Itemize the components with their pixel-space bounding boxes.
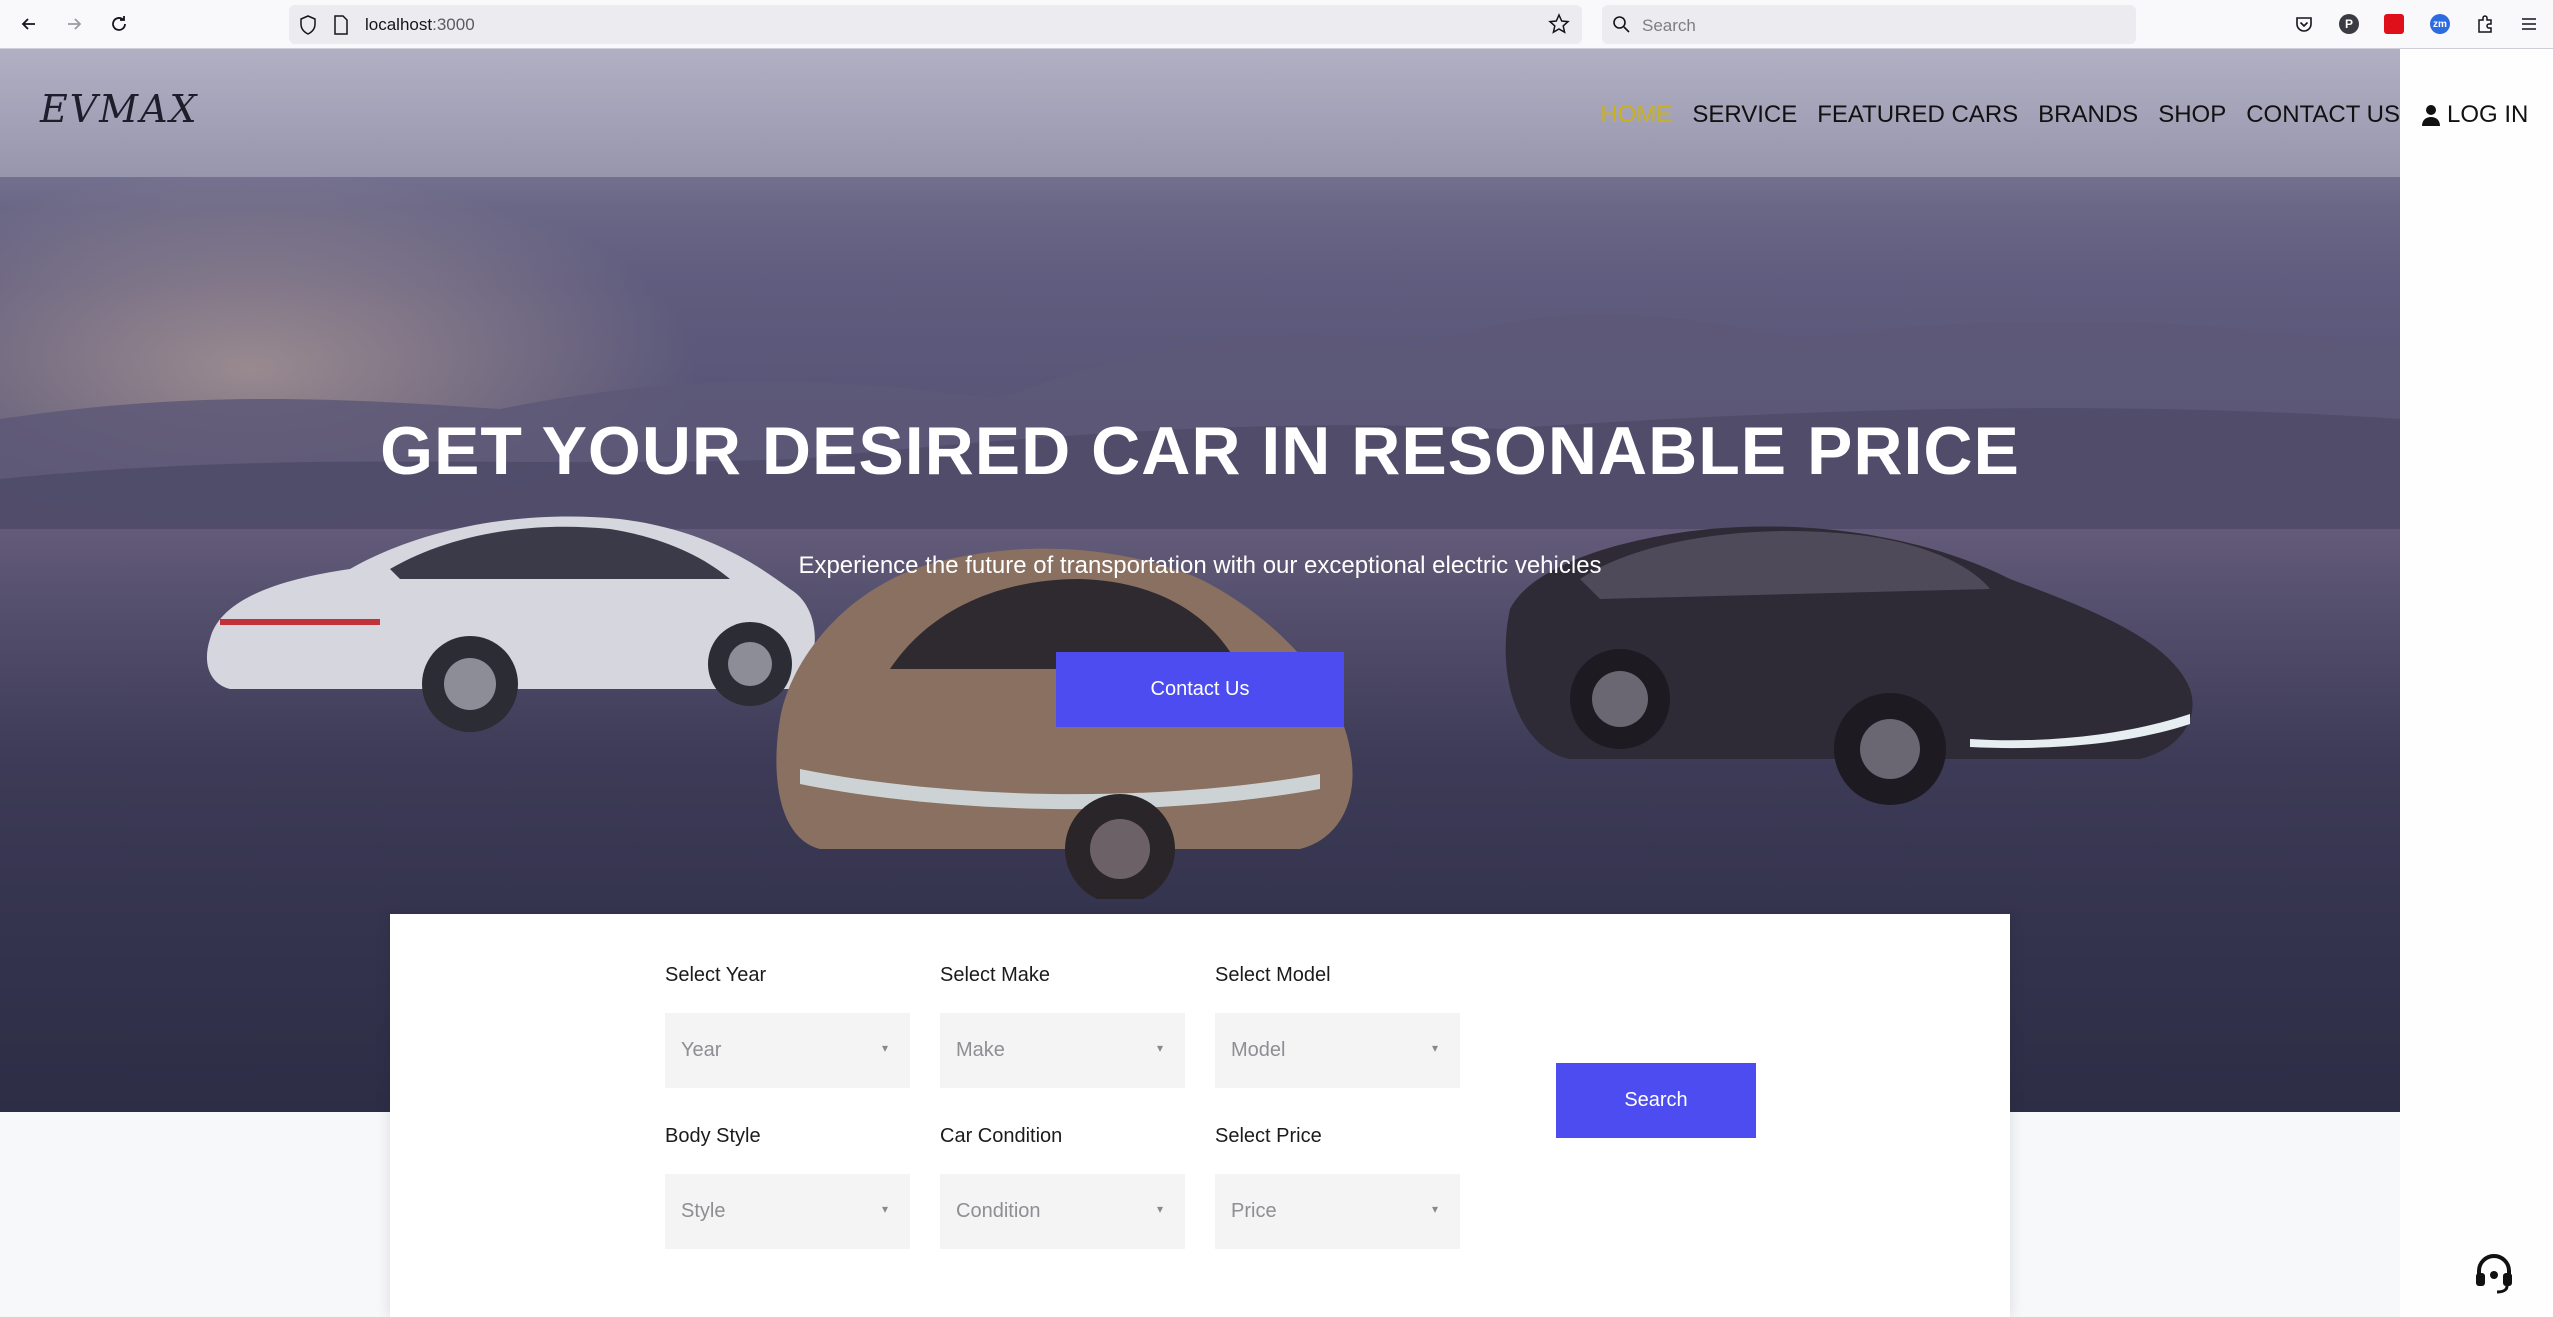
select-arrow-icon: ▾ [1156, 1202, 1163, 1216]
extension-zoom-icon[interactable]: zm [2427, 11, 2453, 37]
hero-title: GET YOUR DESIRED CAR IN RESONABLE PRICE [380, 413, 2020, 489]
select-arrow-icon: ▾ [881, 1041, 888, 1055]
hero-subtitle: Experience the future of transportation … [798, 552, 1602, 579]
site-header: EVMAX HOME SERVICE FEATURED CARS BRANDS … [0, 49, 2400, 177]
model-placeholder: Model [1231, 1039, 1286, 1061]
condition-select[interactable]: Condition ▾ [940, 1174, 1185, 1249]
select-arrow-icon: ▾ [881, 1202, 888, 1216]
page-right-strip [2400, 49, 2553, 1317]
model-select[interactable]: Model ▾ [1215, 1013, 1460, 1088]
search-icon [1612, 15, 1630, 38]
extensions-icon[interactable] [2472, 11, 2498, 37]
select-arrow-icon: ▾ [1156, 1041, 1163, 1055]
page-viewport: EVMAX HOME SERVICE FEATURED CARS BRANDS … [0, 49, 2553, 1317]
contact-us-button[interactable]: Contact Us [1056, 652, 1344, 727]
price-placeholder: Price [1231, 1200, 1277, 1222]
shield-icon[interactable] [299, 15, 317, 40]
label-select-make: Select Make [940, 964, 1051, 986]
menu-item-contact-us[interactable]: CONTACT US [2246, 101, 2400, 129]
make-select[interactable]: Make ▾ [940, 1013, 1185, 1088]
style-placeholder: Style [681, 1200, 726, 1222]
label-select-year: Select Year [665, 964, 767, 986]
year-select[interactable]: Year ▾ [665, 1013, 910, 1088]
browser-toolbar: localhost:3000 Search P zm [0, 0, 2553, 49]
extension-p-icon[interactable]: P [2336, 11, 2362, 37]
menu-item-brands[interactable]: BRANDS [2038, 101, 2138, 129]
forward-icon[interactable] [58, 8, 90, 40]
condition-placeholder: Condition [956, 1200, 1041, 1222]
year-placeholder: Year [681, 1039, 722, 1061]
main-menu: HOME SERVICE FEATURED CARS BRANDS SHOP C… [1600, 101, 2400, 129]
select-arrow-icon: ▾ [1431, 1202, 1438, 1216]
extension-red-icon[interactable] [2381, 11, 2407, 37]
label-select-model: Select Model [1215, 964, 1331, 986]
make-placeholder: Make [956, 1039, 1005, 1061]
menu-item-shop[interactable]: SHOP [2158, 101, 2226, 129]
label-select-price: Select Price [1215, 1125, 1322, 1147]
login-link[interactable]: LOG IN [2421, 101, 2528, 129]
headset-icon[interactable] [2471, 1249, 2517, 1295]
login-label: LOG IN [2447, 101, 2529, 128]
url-bar[interactable]: localhost:3000 [289, 5, 1582, 44]
style-select[interactable]: Style ▾ [665, 1174, 910, 1249]
menu-icon[interactable] [2516, 11, 2542, 37]
label-car-condition: Car Condition [940, 1125, 1063, 1147]
browser-search-bar[interactable]: Search [1602, 5, 2136, 44]
user-icon [2422, 105, 2440, 126]
car-search-panel: Select Year Year ▾ Select Make Make ▾ Se… [390, 914, 2010, 1317]
search-placeholder: Search [1642, 16, 1696, 35]
search-button[interactable]: Search [1556, 1063, 1756, 1138]
bookmark-star-icon[interactable] [1548, 13, 1570, 40]
select-arrow-icon: ▾ [1431, 1041, 1438, 1055]
menu-item-service[interactable]: SERVICE [1692, 101, 1797, 129]
reload-icon[interactable] [103, 8, 135, 40]
price-select[interactable]: Price ▾ [1215, 1174, 1460, 1249]
site-logo[interactable]: EVMAX [40, 87, 199, 131]
label-body-style: Body Style [665, 1125, 761, 1147]
url-text: localhost:3000 [365, 15, 475, 34]
menu-item-featured-cars[interactable]: FEATURED CARS [1817, 101, 2018, 129]
menu-item-home[interactable]: HOME [1600, 101, 1672, 129]
back-icon[interactable] [13, 8, 45, 40]
pocket-icon[interactable] [2291, 11, 2317, 37]
page-icon [333, 15, 349, 40]
car-right-image [1505, 526, 2193, 805]
